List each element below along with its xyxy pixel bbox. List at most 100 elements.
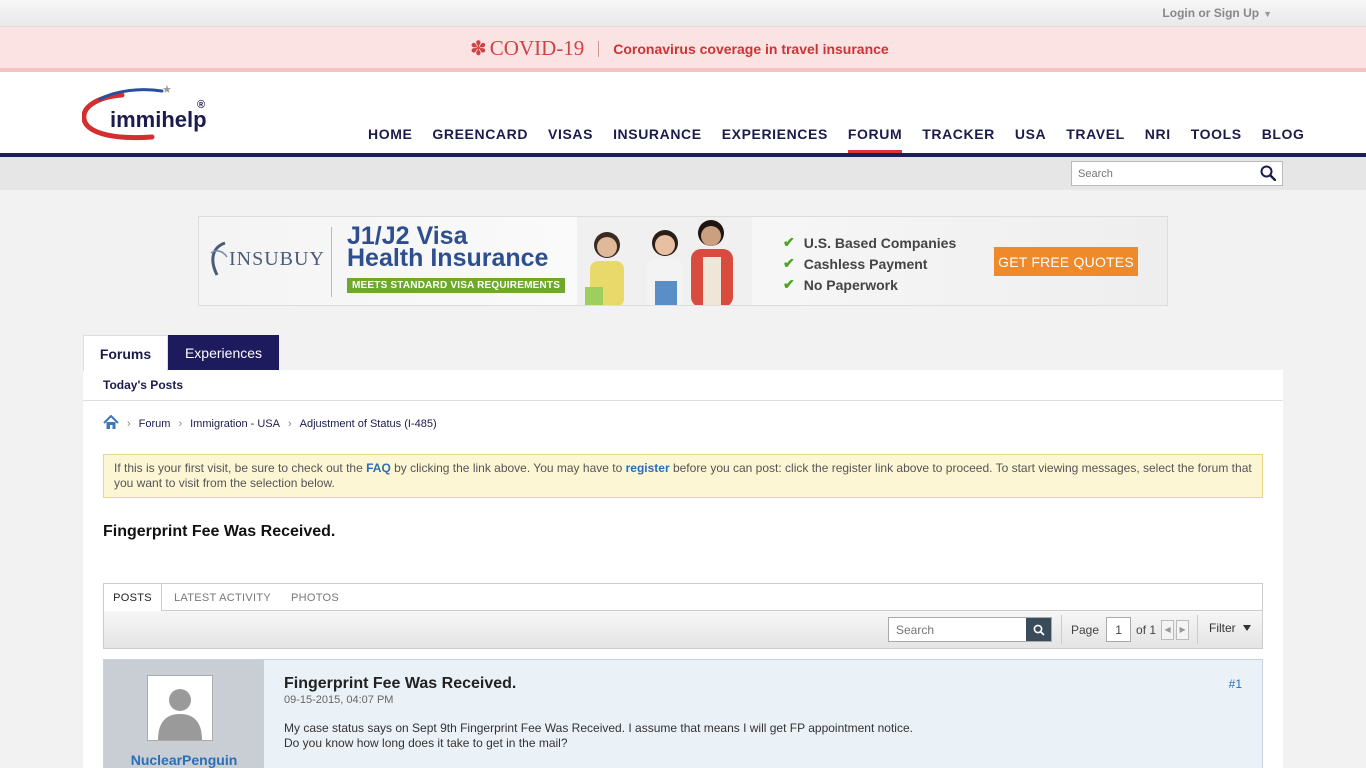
main-nav: HOME GREENCARD VISAS INSURANCE EXPERIENCES FO… <box>368 126 1325 153</box>
tab-experiences[interactable]: Experiences <box>168 335 279 370</box>
nav-greencard[interactable]: GREENCARD <box>432 126 528 153</box>
post-body-line: Do you know how long does it take to get… <box>284 736 568 750</box>
ad-benefit-item: ✔ U.S. Based Companies <box>783 232 956 253</box>
sub-nav: Today's Posts <box>83 370 1283 401</box>
chevron-right-icon: › <box>287 418 292 430</box>
medical-star-icon: ✽ <box>470 38 487 60</box>
username-link[interactable]: NuclearPenguin <box>104 752 264 768</box>
chevron-down-icon: ▼ <box>1263 9 1272 19</box>
tab-latest-activity[interactable]: LATEST ACTIVITY <box>174 584 271 611</box>
logo-text: immihelp <box>110 107 207 132</box>
ad-benefit-item: ✔ No Paperwork <box>783 274 956 295</box>
tab-posts[interactable]: POSTS <box>104 584 162 612</box>
pagination: Page 1 of 1 ◀ ▶ <box>1071 617 1190 642</box>
ad-benefits-list: ✔ U.S. Based Companies ✔ Cashless Payment ✔ N… <box>783 232 956 295</box>
post-body: My case status says on Sept 9th Fingerpr… <box>284 721 913 751</box>
site-logo[interactable]: immihelp ★ ® <box>81 83 212 145</box>
students-photo <box>577 217 752 305</box>
insubuy-brand: INSUBUY <box>229 247 325 270</box>
notice-text-1: If this is your first visit, be sure to … <box>114 461 367 475</box>
nav-blog[interactable]: BLOG <box>1262 126 1305 153</box>
default-avatar-icon <box>148 676 212 740</box>
tab-forums[interactable]: Forums <box>83 335 168 371</box>
search-icon <box>1033 624 1045 636</box>
next-page-button[interactable]: ▶ <box>1176 619 1190 640</box>
checkmark-icon: ✔ <box>783 255 795 271</box>
covid-logo-text: COVID-19 <box>489 36 585 60</box>
nav-travel[interactable]: TRAVEL <box>1066 126 1125 153</box>
nav-tools[interactable]: TOOLS <box>1191 126 1242 153</box>
first-visit-notice: If this is your first visit, be sure to … <box>103 454 1263 498</box>
todays-posts-link[interactable]: Today's Posts <box>103 378 183 392</box>
get-free-quotes-button[interactable]: GET FREE QUOTES <box>994 247 1138 276</box>
header-search-input[interactable] <box>1072 162 1252 185</box>
insubuy-logo: INSUBUY <box>207 239 325 279</box>
page-total: of 1 <box>1136 622 1157 637</box>
notice-text-2: by clicking the link above. You may have… <box>390 461 626 475</box>
chevron-left-icon: ◀ <box>1164 625 1171 634</box>
nav-forum[interactable]: FORUM <box>847 126 903 153</box>
post-title: Fingerprint Fee Was Received. <box>284 675 517 692</box>
nav-usa[interactable]: USA <box>1015 126 1046 153</box>
checkmark-icon: ✔ <box>783 276 795 292</box>
post: NuclearPenguin Fingerprint Fee Was Recei… <box>103 659 1263 768</box>
insurance-ad-banner[interactable]: INSUBUY J1/J2 Visa Health Insurance MEET… <box>198 216 1168 306</box>
page-label: Page <box>1071 622 1100 637</box>
thread-search-button[interactable] <box>1026 618 1051 641</box>
breadcrumb-immigration-usa[interactable]: Immigration - USA <box>190 418 280 430</box>
post-number-link[interactable]: #1 <box>1229 677 1242 691</box>
chevron-right-icon: ▶ <box>1179 625 1186 634</box>
filter-dropdown[interactable]: Filter <box>1209 621 1251 635</box>
post-date: 09-15-2015, 04:07 PM <box>284 694 394 706</box>
ad-benefit-item: ✔ Cashless Payment <box>783 253 956 274</box>
ad-benefit-label: No Paperwork <box>803 276 898 293</box>
breadcrumb-adjustment-of-status[interactable]: Adjustment of Status (I-485) <box>300 418 437 430</box>
post-author: NuclearPenguin <box>104 660 264 768</box>
tab-photos[interactable]: PHOTOS <box>291 584 339 611</box>
avatar[interactable] <box>147 675 213 741</box>
nav-nri[interactable]: NRI <box>1145 126 1171 153</box>
divider <box>331 227 332 297</box>
nav-tracker[interactable]: TRACKER <box>922 126 995 153</box>
prev-page-button[interactable]: ◀ <box>1161 619 1175 640</box>
svg-text:★: ★ <box>162 85 172 96</box>
nav-experiences[interactable]: EXPERIENCES <box>722 126 828 153</box>
ad-tagline: MEETS STANDARD VISA REQUIREMENTS <box>347 278 566 293</box>
divider <box>598 40 600 57</box>
chevron-right-icon: › <box>127 418 131 430</box>
ad-title-line2: Health Insurance <box>347 244 549 272</box>
ad-benefit-label: U.S. Based Companies <box>803 234 957 251</box>
header-search-box <box>1071 161 1283 186</box>
breadcrumb-forum[interactable]: Forum <box>139 418 171 430</box>
breadcrumb: › Forum › Immigration - USA › Adjustment… <box>103 414 437 433</box>
thread-toolbar: Page 1 of 1 ◀ ▶ Filter <box>104 611 1262 648</box>
faq-link[interactable]: FAQ <box>366 461 391 475</box>
divider <box>1061 615 1062 644</box>
home-icon[interactable] <box>103 414 119 433</box>
user-bar: Login or Sign Up ▼ <box>0 0 1366 27</box>
login-signup-label[interactable]: Login or Sign Up <box>1162 6 1259 20</box>
page-number-input[interactable]: 1 <box>1106 617 1132 642</box>
post-body-line: My case status says on Sept 9th Fingerpr… <box>284 721 913 735</box>
chevron-down-icon <box>1242 625 1251 631</box>
thread-search-input[interactable] <box>889 618 1027 641</box>
covid-banner: ✽ COVID-19 Coronavirus coverage in trave… <box>0 27 1366 72</box>
svg-text:®: ® <box>197 99 205 111</box>
checkmark-icon: ✔ <box>783 234 795 250</box>
nav-insurance[interactable]: INSURANCE <box>613 126 702 153</box>
thread-widget: POSTS LATEST ACTIVITY PHOTOS Page 1 of 1… <box>103 583 1263 649</box>
covid-logo: ✽ COVID-19 <box>470 36 584 61</box>
nav-home[interactable]: HOME <box>368 126 412 153</box>
thread-tabs: POSTS LATEST ACTIVITY PHOTOS <box>104 584 1262 612</box>
register-link[interactable]: register <box>626 461 670 475</box>
search-icon[interactable] <box>1260 165 1277 184</box>
nav-visas[interactable]: VISAS <box>548 126 593 153</box>
ad-benefit-label: Cashless Payment <box>803 255 928 272</box>
covid-coverage-link[interactable]: Coronavirus coverage in travel insurance <box>613 41 888 57</box>
filter-label[interactable]: Filter <box>1209 621 1236 635</box>
divider <box>1197 615 1198 644</box>
thread-search-box <box>888 617 1052 642</box>
chevron-right-icon: › <box>178 418 183 430</box>
login-signup-menu[interactable]: Login or Sign Up ▼ <box>1162 6 1272 20</box>
ad-title: J1/J2 Visa Health Insurance <box>347 224 549 272</box>
